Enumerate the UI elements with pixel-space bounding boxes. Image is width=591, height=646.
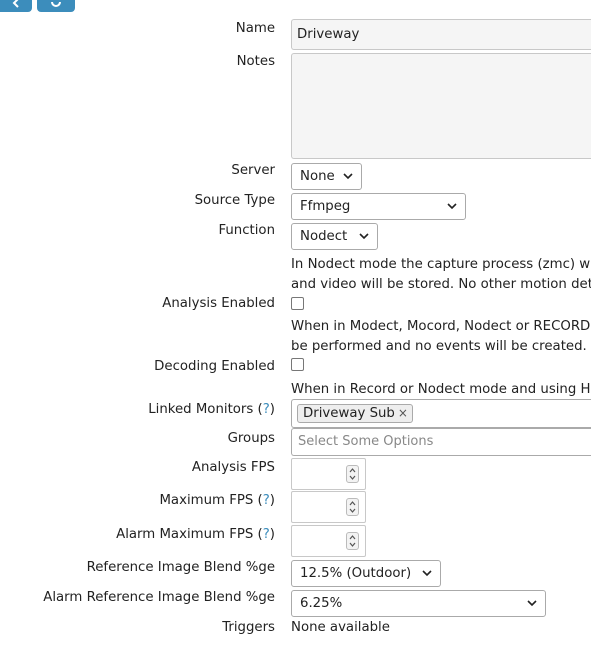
refresh-button[interactable] [37,0,75,12]
chevron-down-icon [527,600,537,607]
name-input[interactable]: Driveway [291,19,591,50]
analysis-enabled-help-line-1: When in Modect, Mocord, Nodect or RECORD [291,319,591,334]
decoding-enabled-label: Decoding Enabled [154,359,275,374]
notes-textarea[interactable] [291,53,591,159]
linked-monitors-help-link[interactable]: ? [263,402,270,417]
reference-blend-select[interactable]: 12.5% (Outdoor) [291,560,441,587]
notes-label: Notes [236,54,275,69]
chevron-down-icon [447,203,457,210]
alarm-maximum-fps-input[interactable] [291,525,366,557]
decoding-enabled-checkbox[interactable] [291,358,304,371]
spinner-arrows-icon[interactable] [346,465,359,483]
chevron-down-icon [422,570,432,577]
alarm-reference-blend-selected-value: 6.25% [300,596,343,611]
groups-multiselect[interactable]: Select Some Options [291,428,591,456]
server-selected-value: None [300,169,335,184]
linked-monitor-chip-label: Driveway Sub [303,406,395,421]
triggers-value: None available [291,620,390,635]
refresh-icon [51,1,61,7]
spinner-arrows-icon[interactable] [346,498,359,516]
reference-blend-label: Reference Image Blend %ge [86,560,275,575]
reference-blend-selected-value: 12.5% (Outdoor) [300,566,412,581]
maximum-fps-input[interactable] [291,491,366,523]
alarm-maximum-fps-help-link[interactable]: ? [263,527,270,542]
chevron-down-icon [343,173,353,180]
function-select[interactable]: Nodect [291,223,378,250]
source-type-select[interactable]: Ffmpeg [291,193,466,220]
server-label: Server [231,163,275,178]
alarm-maximum-fps-label: Alarm Maximum FPS (?) [116,527,275,542]
source-type-selected-value: Ffmpeg [300,199,351,214]
maximum-fps-label: Maximum FPS (?) [159,493,275,508]
linked-monitors-label: Linked Monitors (?) [148,402,275,417]
remove-chip-icon[interactable]: × [398,406,408,420]
maximum-fps-label-text: Maximum FPS [159,493,254,508]
linked-monitor-chip: Driveway Sub × [297,404,413,423]
function-label: Function [218,223,275,238]
analysis-enabled-help-line-2: be performed and no events will be creat… [291,339,587,354]
analysis-fps-label: Analysis FPS [191,460,275,475]
decoding-enabled-help-line-1: When in Record or Nodect mode and using … [291,382,591,397]
back-button[interactable] [0,0,32,12]
linked-monitors-multiselect[interactable]: Driveway Sub × [291,399,591,428]
maximum-fps-help-link[interactable]: ? [263,493,270,508]
name-label: Name [235,21,275,36]
analysis-fps-input[interactable] [291,458,366,490]
analysis-enabled-label: Analysis Enabled [162,296,275,311]
spinner-arrows-icon[interactable] [346,532,359,550]
chevron-left-icon [12,0,19,8]
function-selected-value: Nodect [300,229,348,244]
groups-label: Groups [227,431,275,446]
source-type-label: Source Type [194,193,275,208]
analysis-enabled-checkbox[interactable] [291,297,304,310]
server-select[interactable]: None [291,163,362,190]
function-help-line-1: In Nodect mode the capture process (zmc)… [291,257,591,272]
triggers-label: Triggers [222,620,275,635]
groups-placeholder: Select Some Options [298,434,434,449]
alarm-reference-blend-label: Alarm Reference Image Blend %ge [43,590,275,605]
chevron-down-icon [359,233,369,240]
alarm-reference-blend-select[interactable]: 6.25% [291,590,546,617]
alarm-maximum-fps-label-text: Alarm Maximum FPS [116,527,254,542]
linked-monitors-label-text: Linked Monitors [148,402,254,417]
function-help-line-2: and video will be stored. No other motio… [291,277,591,292]
